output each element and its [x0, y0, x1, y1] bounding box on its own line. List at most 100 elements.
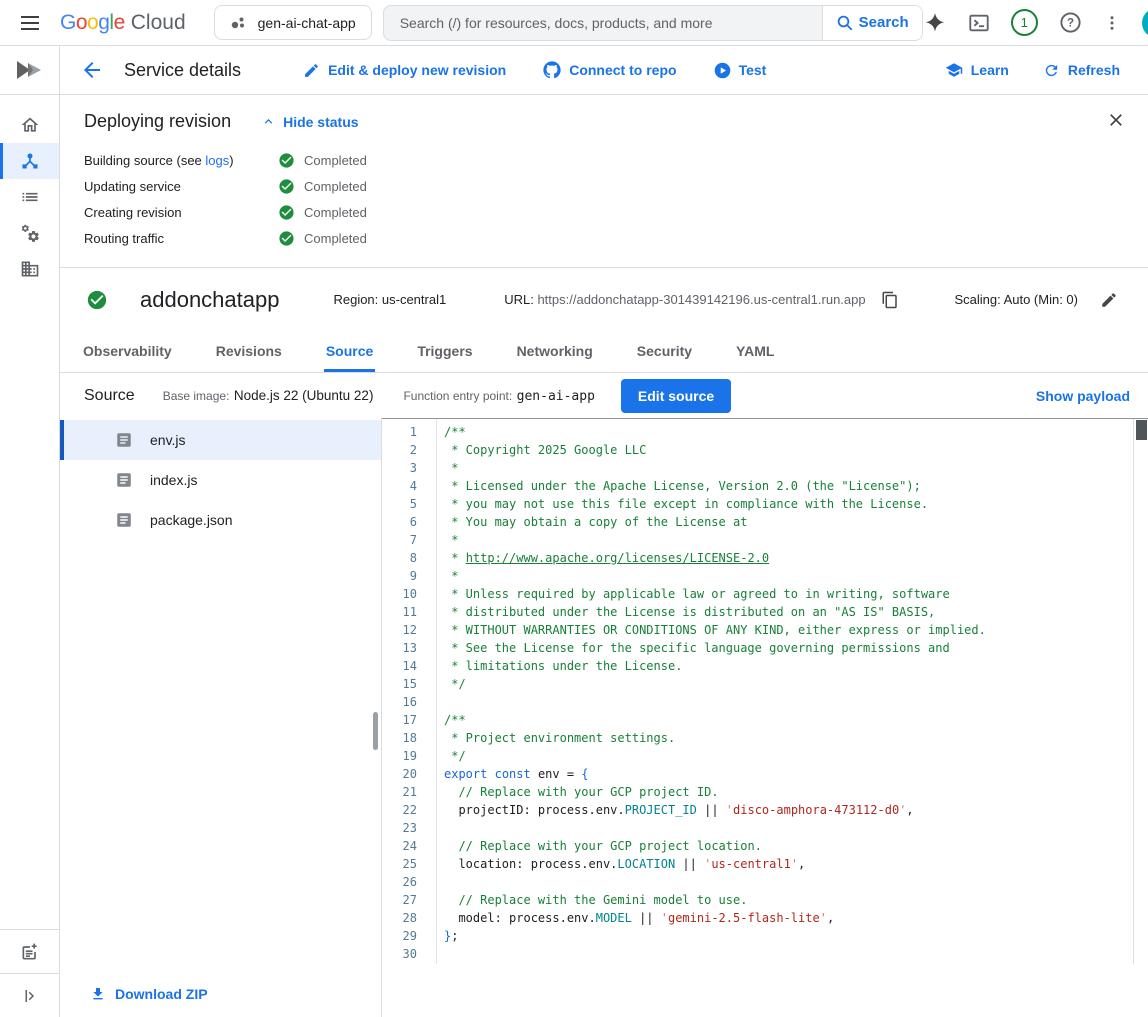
line-number: 21	[382, 783, 417, 801]
line-number: 13	[382, 639, 417, 657]
release-notes-button[interactable]	[0, 929, 59, 973]
tab-observability[interactable]: Observability	[81, 331, 174, 372]
deploy-status-row: Creating revision Completed	[84, 199, 1124, 225]
play-circle-icon	[714, 62, 731, 79]
line-number: 7	[382, 531, 417, 549]
edit-deploy-button[interactable]: Edit & deploy new revision	[303, 62, 506, 79]
service-hub-icon	[20, 151, 40, 171]
help-icon[interactable]: ?	[1059, 11, 1082, 34]
tab-yaml[interactable]: YAML	[734, 331, 776, 372]
more-vertical-icon[interactable]	[1103, 13, 1121, 33]
download-icon	[90, 986, 106, 1002]
file-panel-scrollbar[interactable]	[373, 712, 378, 750]
copy-icon[interactable]	[881, 291, 899, 309]
edit-source-button[interactable]: Edit source	[621, 379, 731, 413]
notifications-badge[interactable]: 1	[1011, 9, 1038, 36]
back-arrow-icon[interactable]	[80, 58, 104, 82]
entry-point-info: Function entry point: gen-ai-app	[403, 387, 594, 405]
line-number: 25	[382, 855, 417, 873]
sidebar-item-cloud-run[interactable]	[0, 143, 59, 179]
file-item-env.js[interactable]: env.js	[60, 420, 381, 460]
edit-scaling-icon[interactable]	[1100, 291, 1118, 309]
expand-sidebar-button[interactable]	[0, 973, 59, 1017]
code-line: projectID: process.env.PROJECT_ID || 'di…	[444, 801, 1133, 819]
deploy-status-row: Updating service Completed	[84, 173, 1124, 199]
line-number: 17	[382, 711, 417, 729]
close-icon[interactable]	[1106, 110, 1126, 130]
cloud-shell-icon[interactable]	[968, 12, 990, 34]
line-number: 27	[382, 891, 417, 909]
editor-scrollbar-thumb[interactable]	[1136, 420, 1147, 440]
code-line: *	[444, 567, 1133, 585]
search-bar[interactable]: Search (/) for resources, docs, products…	[383, 5, 923, 41]
service-status-check-icon	[86, 289, 108, 311]
line-number: 28	[382, 909, 417, 927]
tab-networking[interactable]: Networking	[515, 331, 595, 372]
logs-link[interactable]: logs	[205, 153, 229, 168]
github-icon	[543, 61, 561, 79]
source-title: Source	[84, 387, 135, 405]
file-name: env.js	[150, 432, 186, 448]
check-circle-icon	[278, 178, 295, 195]
hide-status-button[interactable]: Hide status	[261, 114, 358, 130]
gemini-sparkle-icon[interactable]	[923, 11, 947, 35]
search-button[interactable]: Search	[822, 5, 922, 41]
sidebar-item-home[interactable]	[0, 107, 59, 143]
page-title: Service details	[124, 60, 241, 81]
service-summary: addonchatapp Region: us-central1 URL: ht…	[60, 268, 1148, 331]
search-icon	[836, 14, 854, 32]
code-line: // Replace with your GCP project ID.	[444, 783, 1133, 801]
code-line: * Unless required by applicable law or a…	[444, 585, 1133, 603]
sidebar-item-services[interactable]	[0, 215, 59, 251]
home-icon	[20, 115, 40, 135]
code-line: */	[444, 675, 1133, 693]
code-line: *	[444, 459, 1133, 477]
svg-text:?: ?	[1067, 18, 1074, 30]
list-icon	[20, 187, 40, 207]
tab-source[interactable]: Source	[324, 331, 375, 372]
file-name: package.json	[150, 512, 233, 528]
line-number: 8	[382, 549, 417, 567]
project-selector[interactable]: gen-ai-chat-app	[214, 5, 372, 40]
show-payload-link[interactable]: Show payload	[1036, 388, 1130, 404]
sidebar-item-organization[interactable]	[0, 251, 59, 287]
refresh-button[interactable]: Refresh	[1043, 62, 1120, 79]
connect-repo-button[interactable]: Connect to repo	[543, 61, 676, 79]
line-number: 10	[382, 585, 417, 603]
service-details-header: Service details Edit & deploy new revisi…	[60, 46, 1148, 95]
learn-button[interactable]: Learn	[945, 61, 1009, 79]
code-content[interactable]: /** * Copyright 2025 Google LLC * * Lice…	[437, 419, 1133, 964]
service-url-value[interactable]: https://addonchatapp-301439142196.us-cen…	[537, 292, 865, 307]
code-line: * Project environment settings.	[444, 729, 1133, 747]
menu-icon[interactable]	[18, 11, 42, 35]
gears-icon	[20, 223, 40, 243]
code-editor[interactable]: 1234567891011121314151617181920212223242…	[382, 418, 1148, 964]
project-icon	[230, 15, 246, 31]
left-sidebar	[0, 46, 60, 1017]
code-line	[444, 819, 1133, 837]
line-number: 30	[382, 945, 417, 963]
tab-security[interactable]: Security	[635, 331, 694, 372]
tab-triggers[interactable]: Triggers	[415, 331, 474, 372]
download-zip-button[interactable]: Download ZIP	[60, 986, 381, 1017]
sidebar-item-list[interactable]	[0, 179, 59, 215]
file-item-index.js[interactable]: index.js	[60, 460, 381, 500]
code-line: model: process.env.MODEL || 'gemini-2.5-…	[444, 909, 1133, 927]
file-item-package.json[interactable]: package.json	[60, 500, 381, 540]
test-button[interactable]: Test	[714, 62, 767, 79]
line-number: 22	[382, 801, 417, 819]
tab-revisions[interactable]: Revisions	[214, 331, 284, 372]
base-image-info: Base image: Node.js 22 (Ubuntu 22)	[163, 387, 374, 405]
line-number: 12	[382, 621, 417, 639]
google-cloud-logo[interactable]: Google Cloud	[60, 11, 186, 35]
code-line: };	[444, 927, 1133, 945]
scaling-info: Scaling: Auto (Min: 0)	[954, 292, 1078, 307]
line-number: 16	[382, 693, 417, 711]
expand-panel-icon	[21, 987, 39, 1005]
code-line: * http://www.apache.org/licenses/LICENSE…	[444, 549, 1133, 567]
deploy-status-row: Building source (see logs) Completed	[84, 147, 1124, 173]
line-number: 3	[382, 459, 417, 477]
avatar[interactable]: P	[1142, 8, 1148, 38]
search-input[interactable]: Search (/) for resources, docs, products…	[384, 15, 822, 31]
line-number: 24	[382, 837, 417, 855]
